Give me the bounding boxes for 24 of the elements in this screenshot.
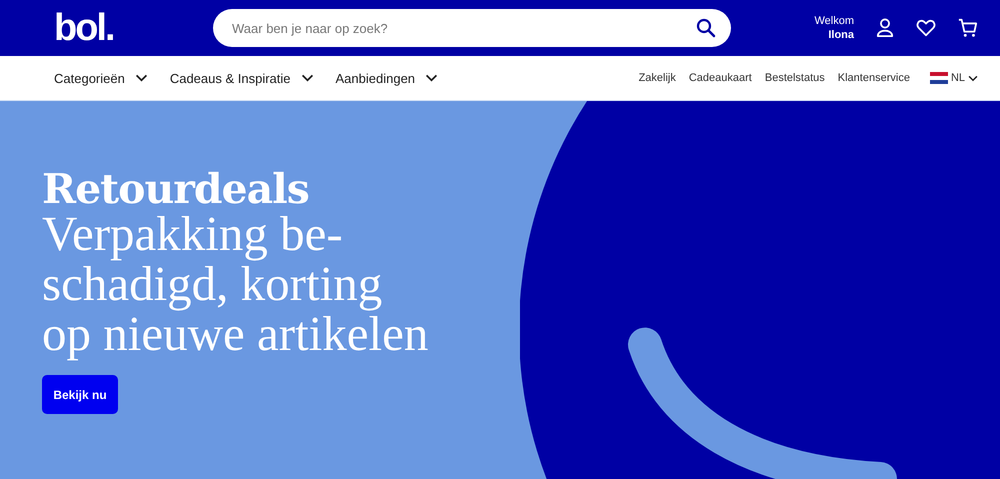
caret-icon: [425, 74, 438, 82]
nav-menu[interactable]: Aanbiedingen: [336, 70, 438, 86]
search-field[interactable]: Waar ben je naar op zoek?: [213, 9, 731, 47]
view-button[interactable]: Bekijk nu: [42, 375, 118, 414]
nav-menu[interactable]: Categorieën: [54, 70, 148, 86]
heart-icon[interactable]: [916, 19, 936, 37]
nav-link[interactable]: Zakelijk: [638, 72, 676, 84]
hero-title: Retourdeals: [42, 167, 310, 211]
caret-icon: [134, 74, 148, 82]
search-icon[interactable]: [696, 18, 716, 38]
nav-menu[interactable]: Cadeaus & Inspiratie: [170, 70, 314, 86]
language-selector[interactable]: NL: [930, 72, 978, 84]
greeting-text: Welkom: [814, 14, 854, 28]
nav-link[interactable]: Klantenservice: [838, 72, 910, 84]
logo[interactable]: bol.: [54, 9, 213, 47]
user-name[interactable]: Ilona: [828, 28, 854, 42]
cart-icon[interactable]: [958, 18, 978, 38]
flag-icon: [930, 72, 948, 84]
nav-link[interactable]: Cadeaukaart: [688, 72, 752, 84]
hero-subtitle: Verpakking be- schadigd, korting op nieuwe artikelen: [42, 209, 430, 359]
nav-link[interactable]: Bestelstatus: [764, 72, 825, 84]
caret-icon: [968, 74, 978, 82]
caret-icon: [300, 74, 314, 82]
user-icon[interactable]: [876, 18, 894, 38]
